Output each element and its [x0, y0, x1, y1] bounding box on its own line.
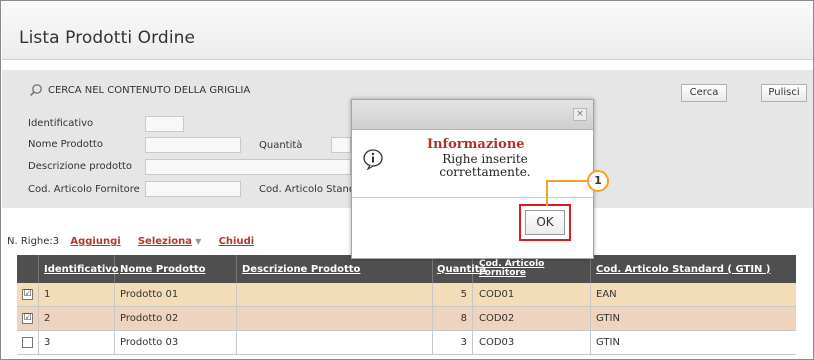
- cell-identificativo: 1: [39, 283, 115, 307]
- page-title: Lista Prodotti Ordine: [19, 28, 196, 48]
- identificativo-input[interactable]: [145, 116, 184, 132]
- descrizione-input[interactable]: [145, 159, 351, 175]
- ok-highlight-box: [519, 204, 571, 241]
- dialog-title: Informazione: [427, 137, 525, 152]
- info-icon: [363, 149, 383, 170]
- table-row[interactable]: 3 Prodotto 03 3 COD03 GTIN: [17, 331, 796, 355]
- cell-cod-standard: GTIN: [596, 313, 620, 324]
- cell-cod-standard: EAN: [596, 289, 617, 300]
- close-icon[interactable]: ×: [573, 108, 587, 121]
- cell-cod-fornitore: COD03: [473, 331, 591, 355]
- header-cod-fornitore[interactable]: Cod. Articolo Fornitore: [473, 255, 591, 283]
- callout-line: [546, 180, 589, 182]
- header-quantita[interactable]: Quantità: [433, 255, 486, 283]
- cell-descrizione: [237, 331, 433, 355]
- cell-quantita: 3: [433, 331, 473, 355]
- pulisci-button[interactable]: Pulisci: [761, 84, 807, 102]
- nome-prodotto-input[interactable]: [145, 137, 241, 153]
- header-nome-prodotto[interactable]: Nome Prodotto: [115, 255, 237, 283]
- cell-nome-prodotto: Prodotto 01: [115, 283, 237, 307]
- dialog-header: ×: [352, 100, 593, 130]
- rows-label: N. Righe:: [7, 236, 53, 247]
- rows-count: 3: [52, 236, 60, 247]
- cerca-button[interactable]: Cerca: [681, 84, 727, 102]
- cell-identificativo: 3: [39, 331, 115, 355]
- callout-line: [546, 180, 548, 206]
- cell-cod-fornitore: COD01: [473, 283, 591, 307]
- dialog-message: Righe inserite correttamente.: [439, 152, 531, 179]
- nome-prodotto-label: Nome Prodotto: [28, 139, 103, 150]
- descrizione-label: Descrizione prodotto: [28, 161, 133, 172]
- cod-standard-label: Cod. Articolo Standa: [259, 184, 362, 195]
- header-select-col: [17, 255, 39, 283]
- cod-fornitore-input[interactable]: [145, 181, 241, 197]
- chiudi-link[interactable]: Chiudi: [219, 236, 255, 247]
- chevron-down-icon[interactable]: ▼: [195, 237, 201, 246]
- cell-descrizione: [237, 283, 433, 307]
- row-checkbox[interactable]: ☑: [22, 313, 33, 324]
- seleziona-link[interactable]: Seleziona: [138, 236, 192, 247]
- row-select-cell[interactable]: ☑: [17, 283, 39, 307]
- search-heading[interactable]: CERCA NEL CONTENUTO DELLA GRIGLIA: [48, 85, 250, 96]
- header-cod-standard[interactable]: Cod. Articolo Standard ( GTIN ): [591, 255, 796, 283]
- app-frame: Lista Prodotti Ordine CERCA NEL CONTENUT…: [0, 0, 814, 360]
- cell-cod-fornitore: COD02: [473, 307, 591, 331]
- table-row[interactable]: ☑ 1 Prodotto 01 5 COD01 EAN: [17, 283, 796, 307]
- aggiungi-link[interactable]: Aggiungi: [70, 236, 120, 247]
- cell-descrizione: [237, 307, 433, 331]
- identificativo-label: Identificativo: [28, 118, 94, 129]
- header-identificativo[interactable]: Identificativo: [39, 255, 119, 283]
- row-checkbox[interactable]: ☑: [22, 289, 33, 300]
- quantita-label: Quantità: [259, 140, 303, 151]
- cell-identificativo: 2: [39, 307, 115, 331]
- search-icon[interactable]: [29, 83, 43, 97]
- row-select-cell[interactable]: [17, 331, 39, 355]
- callout-badge: 1: [587, 170, 609, 192]
- row-select-cell[interactable]: ☑: [17, 307, 39, 331]
- table-row[interactable]: ☑ 2 Prodotto 02 8 COD02 GTIN: [17, 307, 796, 331]
- cell-cod-standard: GTIN: [596, 337, 620, 348]
- quantita-input[interactable]: [331, 137, 351, 153]
- header-descrizione[interactable]: Descrizione Prodotto: [237, 255, 433, 283]
- cell-quantita: 8: [433, 307, 473, 331]
- grid-toolbar: N. Righe:3 Aggiungi Seleziona ▼ Chiudi: [7, 236, 254, 247]
- cell-nome-prodotto: Prodotto 03: [115, 331, 237, 355]
- cod-fornitore-label: Cod. Articolo Fornitore: [28, 184, 140, 195]
- cell-nome-prodotto: Prodotto 02: [115, 307, 237, 331]
- dialog-divider: [352, 197, 593, 198]
- row-checkbox[interactable]: [22, 337, 33, 348]
- grid-header: Identificativo Nome Prodotto Descrizione…: [17, 255, 796, 283]
- cell-quantita: 5: [433, 283, 473, 307]
